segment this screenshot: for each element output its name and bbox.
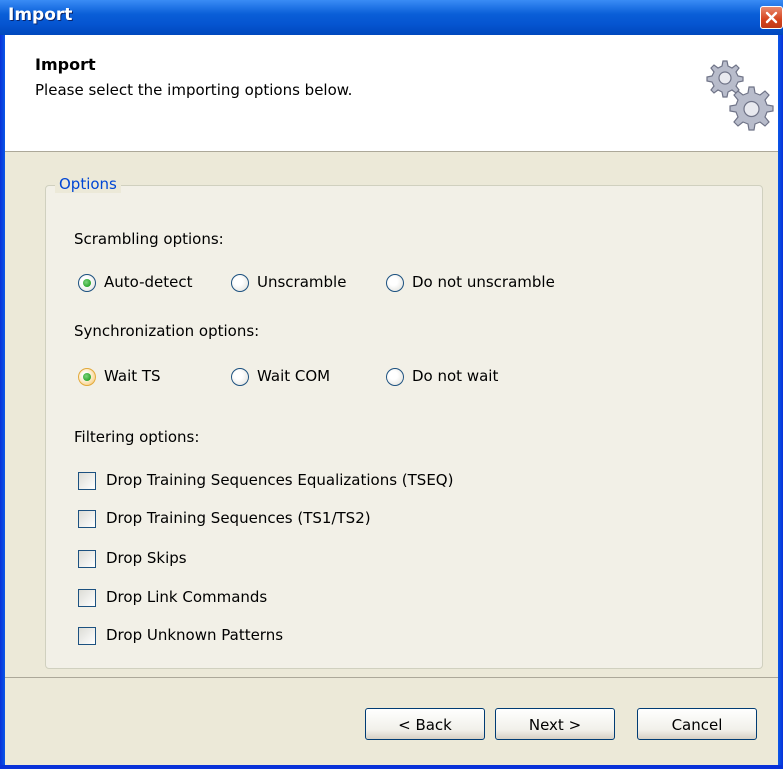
header-title: Import [35, 55, 96, 74]
synchronization-options-label: Synchronization options: [74, 322, 260, 340]
options-group-label: Options [55, 175, 121, 193]
close-button[interactable] [760, 6, 783, 29]
radio-auto-detect-label[interactable]: Auto-detect [104, 273, 193, 291]
checkbox-drop-tseq-label[interactable]: Drop Training Sequences Equalizations (T… [106, 471, 453, 489]
filtering-options-label: Filtering options: [74, 428, 200, 446]
close-icon [765, 11, 778, 24]
checkbox-drop-unknown-patterns[interactable] [78, 627, 96, 645]
checkbox-drop-skips-label[interactable]: Drop Skips [106, 549, 187, 567]
cancel-button[interactable]: Cancel [637, 708, 757, 740]
radio-do-not-unscramble[interactable] [386, 274, 404, 292]
wizard-footer: < Back Next > Cancel [5, 677, 778, 766]
checkbox-drop-ts1-ts2[interactable] [78, 510, 96, 528]
checkbox-drop-tseq[interactable] [78, 472, 96, 490]
radio-unscramble[interactable] [231, 274, 249, 292]
radio-selected-dot [83, 373, 91, 381]
radio-wait-com[interactable] [231, 368, 249, 386]
radio-do-not-unscramble-label[interactable]: Do not unscramble [412, 273, 555, 291]
window-frame-bottom [0, 765, 783, 769]
wizard-body: Options Scrambling options: Auto-detect … [5, 152, 778, 677]
radio-do-not-wait[interactable] [386, 368, 404, 386]
radio-wait-ts-label[interactable]: Wait TS [104, 367, 161, 385]
checkbox-drop-ts1-ts2-label[interactable]: Drop Training Sequences (TS1/TS2) [106, 509, 371, 527]
radio-unscramble-label[interactable]: Unscramble [257, 273, 346, 291]
scrambling-options-label: Scrambling options: [74, 230, 224, 248]
back-button[interactable]: < Back [365, 708, 485, 740]
window-title: Import [8, 5, 73, 25]
window-frame-right [778, 35, 783, 769]
radio-do-not-wait-label[interactable]: Do not wait [412, 367, 498, 385]
checkbox-drop-link-commands-label[interactable]: Drop Link Commands [106, 588, 267, 606]
header-subtitle: Please select the importing options belo… [35, 81, 353, 99]
radio-auto-detect[interactable] [78, 274, 96, 292]
gears-icon [706, 60, 774, 131]
title-bar[interactable]: Import [0, 0, 783, 35]
radio-wait-ts[interactable] [78, 368, 96, 386]
wizard-header: Import Please select the importing optio… [5, 35, 778, 152]
radio-selected-dot [83, 279, 91, 287]
next-button[interactable]: Next > [495, 708, 615, 740]
import-dialog: Import Import Please select the importin… [0, 0, 783, 769]
checkbox-drop-link-commands[interactable] [78, 589, 96, 607]
radio-wait-com-label[interactable]: Wait COM [257, 367, 330, 385]
checkbox-drop-unknown-patterns-label[interactable]: Drop Unknown Patterns [106, 626, 283, 644]
checkbox-drop-skips[interactable] [78, 550, 96, 568]
